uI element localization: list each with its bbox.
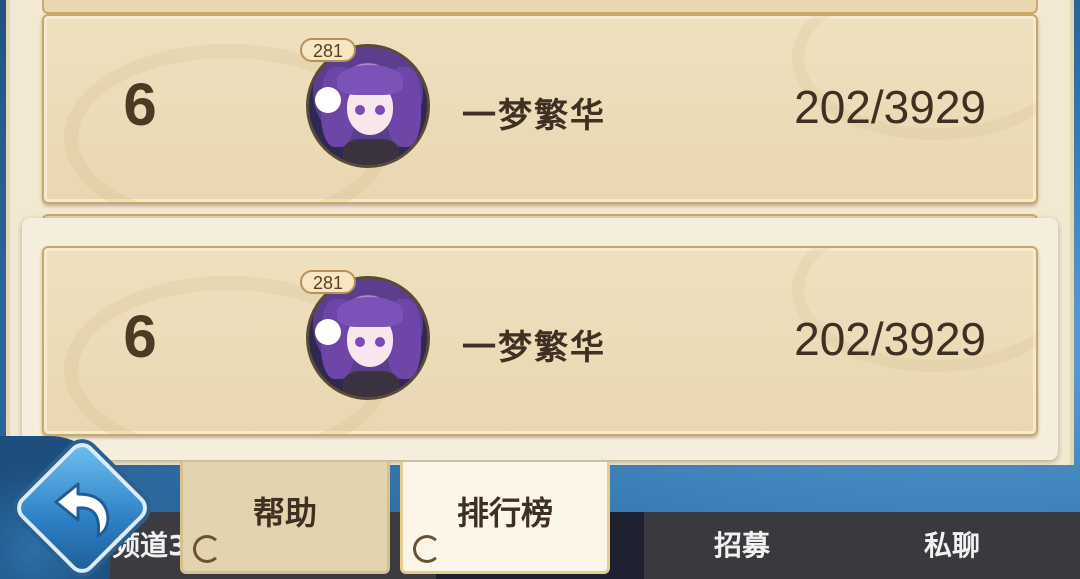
recruit-button[interactable]: 招募 [714,524,770,564]
avatar-portrait [306,44,430,168]
player-name: 一梦繁华 [462,96,606,136]
player-score: 202/3929 [794,313,986,365]
player-name: 一梦繁华 [462,328,606,368]
rank-number: 6 [123,303,157,370]
avatar-portrait [306,276,430,400]
player-score: 202/3929 [794,81,986,133]
tab-help-label: 帮助 [252,494,317,532]
own-rank-row[interactable]: 6 281 一梦繁华 202/3929 [42,246,1038,436]
private-chat-button[interactable]: 私聊 [924,524,980,564]
player-avatar[interactable]: 281 [300,270,436,406]
level-badge: 281 [300,38,356,62]
back-button[interactable] [11,437,153,579]
player-avatar[interactable]: 281 [300,38,436,174]
previous-row-edge [42,0,1038,14]
back-arrow-icon [54,482,110,538]
level-badge: 281 [300,270,356,294]
scroll-ornament-icon [193,535,221,563]
scroll-ornament-icon [413,535,441,563]
tab-ranking-label: 排行榜 [456,494,553,532]
chat-options-area: 招募 私聊 [644,512,1080,579]
rank-number: 6 [123,71,157,138]
tab-ranking[interactable]: 排行榜 [400,462,610,574]
tab-help[interactable]: 帮助 [180,462,390,574]
leaderboard-row[interactable]: 6 281 一梦繁华 202/3929 [42,14,1038,204]
